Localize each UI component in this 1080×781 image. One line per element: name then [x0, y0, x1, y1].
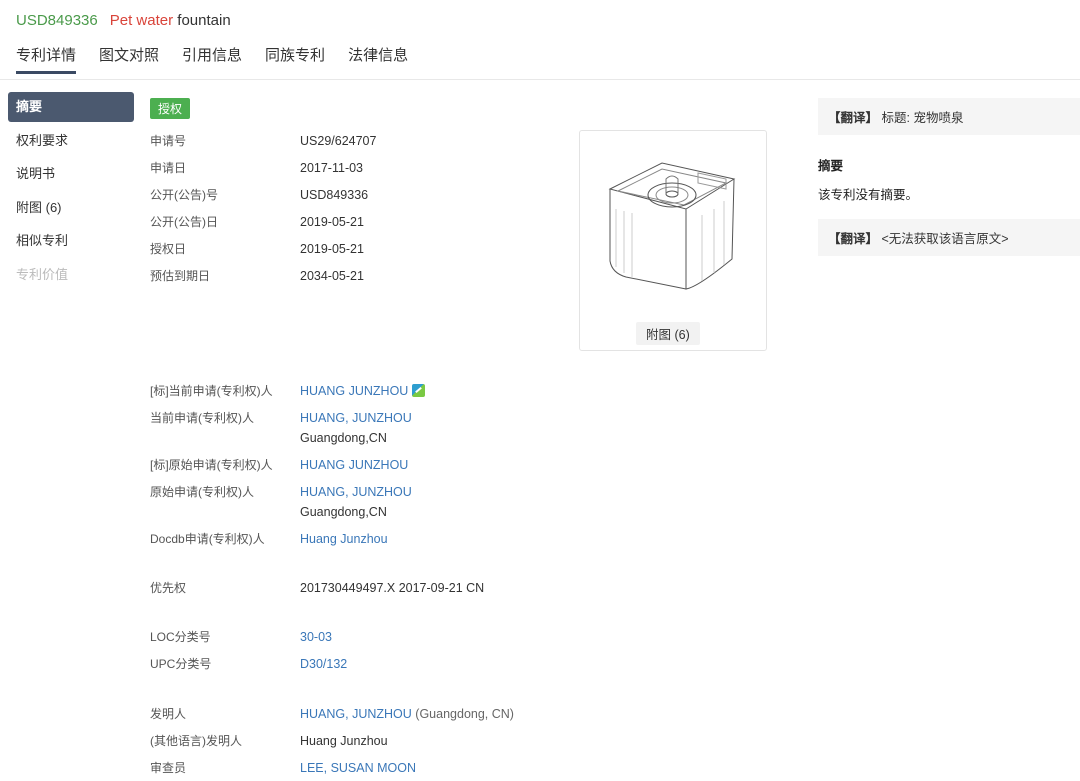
field-value: US29/624707 [300, 134, 377, 148]
tab-bar: 专利详情 图文对照 引用信息 同族专利 法律信息 [16, 44, 431, 74]
upc-link[interactable]: D30/132 [300, 654, 347, 674]
field-label: 当前申请(专利权)人 [150, 411, 254, 425]
translation-tag[interactable]: 【翻译】 [828, 232, 878, 246]
title-translation: 【翻译】 标题: 宠物喷泉 [818, 98, 1080, 135]
field-value: HUANG, JUNZHOU Guangdong,CN [300, 408, 412, 448]
field-value: 2017-11-03 [300, 161, 364, 175]
sidebar-item-drawings[interactable]: 附图 (6) [8, 193, 134, 223]
docdb-link[interactable]: Huang Junzhou [300, 529, 388, 549]
field-label: 审查员 [150, 761, 187, 775]
sidebar-item-description[interactable]: 说明书 [8, 159, 134, 189]
sidebar: 摘要 权利要求 说明书 附图 (6) 相似专利 专利价值 [8, 92, 134, 294]
field-value: HUANG JUNZHOU [300, 381, 426, 401]
translation-tag[interactable]: 【翻译】 [828, 111, 878, 125]
orig-applicant-link[interactable]: HUANG, JUNZHOU [300, 482, 412, 502]
abstract-text: 该专利没有摘要。 [818, 188, 919, 202]
abstract-heading: 摘要 [818, 159, 844, 173]
field-label: [标]当前申请(专利权)人 [150, 384, 273, 398]
field-value: HUANG, JUNZHOU Guangdong,CN [300, 482, 412, 522]
publication-number: USD849336 [16, 12, 98, 29]
std-applicant-link[interactable]: HUANG JUNZHOU [300, 384, 408, 398]
field-label: 公开(公告)号 [150, 188, 218, 202]
status-badge: 授权 [150, 98, 191, 119]
field-value: Huang Junzhou [300, 734, 388, 748]
fountain-drawing [608, 162, 736, 290]
field-label: 公开(公告)日 [150, 215, 218, 229]
field-label: 授权日 [150, 242, 187, 256]
field-value: 2034-05-21 [300, 269, 364, 283]
translation-text: <无法获取该语言原文> [881, 232, 1009, 246]
field-label: UPC分类号 [150, 657, 212, 671]
loc-link[interactable]: 30-03 [300, 627, 332, 647]
std-orig-link[interactable]: HUANG JUNZHOU [300, 455, 408, 475]
examiner-link[interactable]: LEE, SUSAN MOON [300, 758, 416, 778]
field-value: 2019-05-21 [300, 242, 364, 256]
sidebar-item-abstract[interactable]: 摘要 [8, 92, 134, 122]
title-highlight: Pet water [109, 12, 174, 29]
field-label: 原始申请(专利权)人 [150, 485, 254, 499]
inventor-location: (Guangdong, CN) [415, 707, 514, 721]
company-flag-icon[interactable] [412, 384, 426, 397]
field-label: 预估到期日 [150, 269, 211, 283]
tab-legal[interactable]: 法律信息 [348, 44, 408, 74]
page-header: USD849336 Pet water fountain 专利详情 图文对照 引用… [0, 0, 1080, 80]
orig-applicant-location: Guangdong,CN [300, 505, 387, 519]
abstract-translation: 【翻译】 <无法获取该语言原文> [818, 219, 1080, 256]
field-value: 201730449497.X 2017-09-21 CN [300, 581, 485, 595]
sidebar-item-similar[interactable]: 相似专利 [8, 226, 134, 256]
field-label: Docdb申请(专利权)人 [150, 532, 265, 546]
sidebar-item-value: 专利价值 [16, 266, 69, 282]
cur-applicant-location: Guangdong,CN [300, 431, 387, 445]
field-label: (其他语言)发明人 [150, 734, 242, 748]
sidebar-item-claims[interactable]: 权利要求 [8, 126, 134, 156]
field-value: USD849336 [300, 188, 369, 202]
title-rest: fountain [177, 12, 231, 29]
figure-count-label[interactable]: 附图 (6) [636, 322, 700, 345]
cur-applicant-link[interactable]: HUANG, JUNZHOU [300, 408, 412, 428]
patent-title: USD849336 Pet water fountain [16, 12, 231, 29]
field-label: 发明人 [150, 707, 187, 721]
right-panel: 【翻译】 标题: 宠物喷泉 摘要 该专利没有摘要。 【翻译】 <无法获取该语言原… [818, 98, 1080, 256]
inventor-link[interactable]: HUANG, JUNZHOU [300, 707, 412, 721]
figure-thumbnail[interactable]: 附图 (6) [579, 130, 767, 351]
field-value: 2019-05-21 [300, 215, 364, 229]
translation-text: 标题: 宠物喷泉 [881, 111, 964, 125]
field-value: HUANG, JUNZHOU (Guangdong, CN) [300, 704, 514, 724]
field-label: 申请号 [150, 134, 187, 148]
tab-patent-details[interactable]: 专利详情 [16, 44, 77, 74]
field-label: 优先权 [150, 581, 187, 595]
field-label: [标]原始申请(专利权)人 [150, 458, 273, 472]
tab-family[interactable]: 同族专利 [265, 44, 325, 74]
field-label: LOC分类号 [150, 630, 211, 644]
tab-image-text[interactable]: 图文对照 [99, 44, 159, 74]
field-label: 申请日 [150, 161, 187, 175]
tab-citations[interactable]: 引用信息 [182, 44, 242, 74]
